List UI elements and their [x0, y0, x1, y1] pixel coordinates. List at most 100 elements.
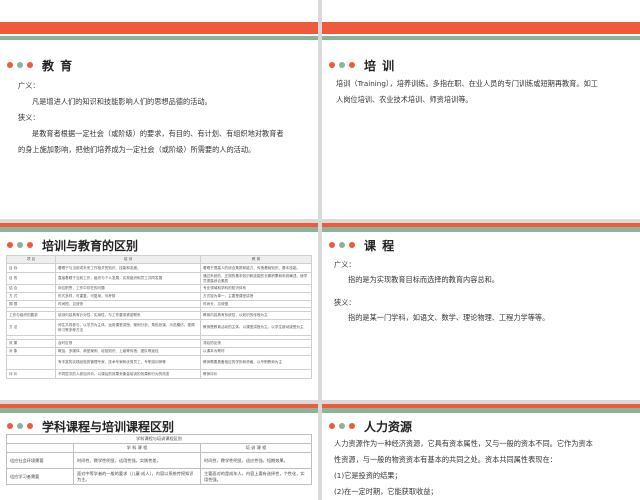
cell: 形式多样，可重复，可复用，可考核	[55, 292, 201, 301]
green-band	[322, 36, 640, 40]
hr-line3: (1)它是投资的结果；	[334, 471, 402, 480]
cell: 有丰富的实践经验的管理专家、技术专家和优秀员工，专职培训师等	[55, 355, 201, 370]
label-broad: 广义：	[18, 81, 40, 90]
slide-body: 培训（Training），培养训练。多指在职、在业人员的专门训练或短期再教育。如…	[336, 76, 636, 108]
header-cell: 项 目	[6, 255, 56, 264]
table-header-row: 项 目 培 训 教 育	[6, 255, 312, 264]
cell: 方式较为单一，主要是课堂讲授	[200, 292, 312, 301]
cell: 时间短，见效快	[55, 300, 201, 308]
cell: 适应社会环境需要	[6, 452, 74, 469]
label-narrow: 狭义：	[18, 113, 40, 122]
cell: 时间性，教学性明显，适应性强，短期效果。	[200, 452, 312, 469]
table-row: 目 标着眼于与当前或未来工作相关的知识、技能和态度。 着眼于提高人的综合素质和能力…	[6, 263, 312, 273]
slide-education[interactable]: 教 育 广义： 凡是增进人们的知识和技能影响人们的思想品德的活动。 狭义： 是教…	[0, 0, 318, 219]
header-cell: 学 科 课 程	[73, 443, 201, 453]
cell: 效 果	[6, 339, 56, 348]
slide-title: 课 程	[364, 239, 396, 253]
green-band	[0, 227, 318, 232]
green-band	[322, 227, 640, 232]
cell: 教师是教育活动的主体，以课堂讲授为主，以学生被动接受为主	[200, 319, 312, 336]
cell: 以课本为教材	[200, 347, 312, 356]
decorative-dots	[7, 242, 33, 248]
cell: 教师需要具备相应的学历和资格，以专职教师为主	[200, 355, 312, 370]
orange-band	[322, 22, 640, 34]
cell: 师生共同参与，以学员为主体，运用课堂讲授、案例分析、角色扮演、示范模仿，视频练习…	[55, 319, 201, 336]
green-band	[0, 36, 318, 40]
comparison-table: 项 目 培 训 教 育 目 标着眼于与当前或未来工作相关的知识、技能和态度。 着眼…	[6, 255, 312, 379]
cell: 着眼于提高人的综合素质和能力，传授基础知识、基本技能。	[200, 263, 312, 273]
green-band	[322, 408, 640, 413]
course-comparison-table: 学科课程与培训课程区别 学 科 课 程 培 训 课 程 适应社会环境需要 时间性、…	[6, 434, 312, 485]
cell: 教育内容具有系统性，以知识的传授为主	[200, 311, 312, 320]
slide-title: 人力资源	[364, 420, 413, 434]
slide-body: 人力资源作为一种经济资源，它具有资本属性，又与一般的资本不同。它作为资本 性资源…	[334, 436, 636, 500]
orange-band	[0, 22, 318, 34]
cell: 岗位职责，工作中存在的问题	[55, 284, 201, 293]
decorative-dots	[329, 242, 355, 248]
definition-narrow-line2: 的身上施加影响，把他们培养成为一定社会（或阶级）所需要的人的活动。	[18, 145, 256, 154]
slide-curriculum[interactable]: 课 程 广义： 指的是为实现教育目标而选择的教育内容总和。 狭义： 指的是某一门…	[322, 223, 640, 400]
slide-title: 培训与教育的区别	[42, 239, 139, 253]
cell: 着眼于与当前或未来工作相关的知识、技能和态度。	[55, 263, 201, 273]
slide-title: 学科课程与培训课程区别	[42, 420, 175, 434]
cell: 时间性、教学性明显，适用性强，实践性差。	[73, 452, 201, 469]
cell: 及时反馈	[55, 339, 201, 348]
table-row: 有丰富的实践经验的管理专家、技术专家和优秀员工，专职培训师等 教师需要具备相应的学…	[6, 355, 312, 370]
cell: 直接着眼于当前工作，组织与个人发展，实现组织和员工共同发展	[55, 272, 201, 285]
table-row: 方 法师生共同参与，以学员为主体，运用课堂讲授、案例分析、角色扮演、示范模仿，视…	[6, 319, 312, 336]
green-band	[0, 408, 318, 413]
slide-subject-vs-training-course[interactable]: 学科课程与培训课程区别 学科课程与培训课程区别 学 科 课 程 培 训 课 程 …	[0, 404, 318, 500]
cell: 概括、多媒体、典型案例、经验知识、上级等传授、团队等途径	[55, 347, 201, 356]
cell: 滞后的反馈	[200, 339, 312, 348]
cell: 不同层次的人参加评价，以课后的效果来衡量培训的效果和行为的改变	[55, 369, 201, 379]
cell: 教师评价	[200, 369, 312, 379]
training-line2: 人岗位培训、农业技术培训、师资培训等。	[336, 95, 473, 104]
table-row: 适应学习者需要 面对中等学者的一般的要求（儿童·成人），内容以系统传授知识为主。主…	[6, 468, 312, 485]
cell: 面对中等学者的一般的要求（儿童·成人），内容以系统传授知识为主。	[73, 468, 201, 485]
definition-broad: 指的是为实现教育目标而选择的教育内容总和。	[348, 275, 499, 284]
slide-body: 广义： 凡是增进人们的知识和技能影响人们的思想品德的活动。 狭义： 是教育者根据…	[18, 78, 310, 158]
table-row: 效 果及时反馈 滞后的反馈	[6, 339, 312, 348]
table-row: 适应社会环境需要 时间性、教学性明显，适用性强，实践性差。 时间性，教学性明显，适应…	[6, 452, 312, 469]
decorative-dots	[7, 423, 33, 429]
slide-human-resources[interactable]: 人力资源 人力资源作为一种经济资源，它具有资本属性，又与一般的资本不同。它作为资…	[322, 404, 640, 500]
table-row: 目 的直接着眼于当前工作，组织与个人发展，实现组织和员工共同发展 通过系统的、正规…	[6, 272, 312, 285]
hr-line4: (2)在一定时期，它能获取收益；	[334, 487, 438, 496]
decorative-dots	[7, 62, 33, 68]
cell: 评 价	[6, 369, 56, 379]
cell: 目 的	[6, 272, 56, 285]
definition-narrow-line1: 是教育者根据一定社会（或阶级）的要求，有目的、有计划、有组织地对教育者	[32, 129, 284, 138]
cell: 方 式	[6, 292, 56, 301]
header-cell: 教 育	[200, 255, 312, 264]
training-line1: 培训（Training），培养训练。多指在职、在业人员的专门训练或短期再教育。如…	[336, 79, 598, 88]
table-caption: 学科课程与培训课程区别	[6, 434, 312, 444]
header-cell: 培 训	[55, 255, 201, 264]
slide-training[interactable]: 培 训 培训（Training），培养训练。多指在职、在业人员的专门训练或短期再…	[322, 0, 640, 219]
hr-line2: 性资源，与一般的物资资本有基本的共同之处。资本共同属性表现在：	[334, 455, 557, 464]
slide-body: 广义： 指的是为实现教育目标而选择的教育内容总和。 狭义： 指的是某一门学科，如…	[334, 257, 634, 325]
cell: 适应学习者需要	[6, 468, 74, 485]
table-row: 方 式形式多样，可重复，可复用，可考核 方式较为单一，主要是课堂讲授	[6, 292, 312, 301]
cell: 结 合	[6, 284, 56, 293]
definition-broad: 凡是增进人们的知识和技能影响人们的思想品德的活动。	[32, 97, 212, 106]
table-row: 结 合岗位职责，工作中存在的问题 专业领域和学科的知识体系	[6, 284, 312, 293]
slide-training-vs-education[interactable]: 培训与教育的区别 项 目 培 训 教 育 目 标着眼于与当前或未来工作相关的知识…	[0, 223, 318, 400]
table-row: 评 价不同层次的人参加评价，以课后的效果来衡量培训的效果和行为的改变 教师评价	[6, 369, 312, 379]
table-row: 期 限时间短，见效快 时间长，见效慢	[6, 300, 312, 308]
cell: 目 标	[6, 263, 56, 273]
table-caption-row: 学科课程与培训课程区别	[6, 434, 312, 444]
cell: 方 法	[6, 319, 56, 336]
header-cell: 培 训 课 程	[200, 443, 312, 453]
label-narrow: 狭义：	[334, 298, 356, 307]
table-header-row: 学 科 课 程 培 训 课 程	[6, 443, 312, 453]
slide-title: 教 育	[42, 59, 74, 73]
header-cell	[6, 443, 74, 453]
cell: 通过系统的、正规的基本知识和技能的长期积累和系统阐述，使学员提高综合素质	[200, 272, 312, 285]
definition-narrow: 指的是某一门学科，如语文、数学、理论物理、工程力学等等。	[348, 313, 550, 322]
decorative-dots	[329, 423, 355, 429]
cell: 期 限	[6, 300, 56, 308]
cell: 对 象	[6, 347, 56, 356]
cell: 培训内容具有针对性、实用性，与工作要求紧密联系	[55, 311, 201, 320]
cell: 时间长，见效慢	[200, 300, 312, 308]
cell: 专业领域和学科的知识体系	[200, 284, 312, 293]
